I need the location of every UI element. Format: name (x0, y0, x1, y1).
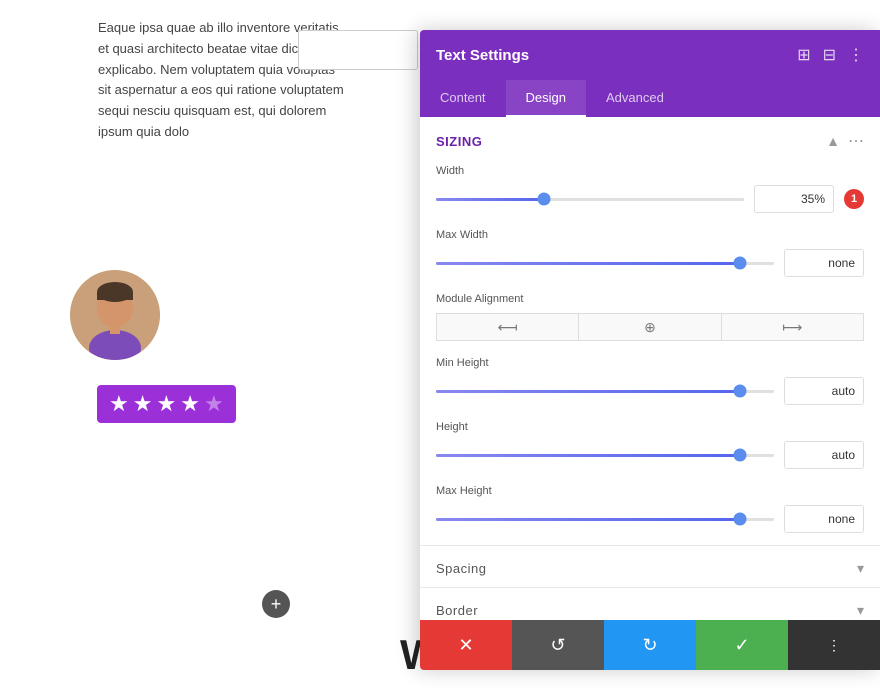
star-5: ★ (204, 391, 224, 417)
height-slider-track (436, 454, 774, 457)
undo-icon: ↺ (550, 635, 565, 656)
field-min-height: Min Height (420, 353, 880, 417)
avatar-image (70, 270, 160, 360)
align-center-button[interactable]: ⊕ (578, 313, 720, 341)
section-sizing: Sizing ▲ ⋯ Width 1 (420, 117, 880, 546)
width-slider-track (436, 198, 744, 201)
max-height-slider-wrap (436, 509, 774, 529)
save-button[interactable]: ✓ (696, 620, 788, 670)
panel-tabs: Content Design Advanced (420, 80, 880, 117)
min-height-controls (436, 377, 864, 405)
panel-icon-minimize[interactable]: ⊟ (823, 45, 836, 65)
avatar-circle (70, 270, 160, 360)
width-slider-thumb[interactable] (537, 193, 550, 206)
max-height-input[interactable] (784, 505, 864, 533)
more-options-button[interactable]: ⋮ (788, 620, 880, 670)
action-bar: ✕ ↺ ↻ ✓ ⋮ (420, 620, 880, 670)
max-width-slider-fill (436, 262, 740, 265)
section-spacing-header[interactable]: Spacing ▾ (420, 546, 880, 587)
tab-design[interactable]: Design (506, 80, 586, 117)
star-2: ★ (133, 391, 153, 417)
alignment-buttons: ⟻ ⊕ ⟼ (436, 313, 864, 341)
height-controls (436, 441, 864, 469)
redo-icon: ↻ (642, 635, 657, 656)
field-height: Height (420, 417, 880, 481)
save-icon: ✓ (734, 635, 749, 656)
sizing-dots-icon[interactable]: ⋯ (848, 131, 864, 151)
border-chevron-icon: ▾ (857, 602, 864, 619)
field-max-height: Max Height (420, 481, 880, 545)
align-center-icon: ⊕ (644, 319, 656, 336)
field-max-width: Max Width (420, 225, 880, 289)
width-badge: 1 (844, 189, 864, 209)
section-spacing: Spacing ▾ (420, 546, 880, 588)
section-spacing-title: Spacing (436, 561, 486, 576)
max-height-label: Max Height (436, 485, 864, 497)
width-label: Width (436, 165, 864, 177)
section-border-title: Border (436, 603, 478, 618)
max-width-input[interactable] (784, 249, 864, 277)
align-left-button[interactable]: ⟻ (436, 313, 578, 341)
width-slider-wrap (436, 189, 744, 209)
height-slider-fill (436, 454, 740, 457)
width-slider-fill (436, 198, 544, 201)
panel-header: Text Settings ⊞ ⊟ ⋮ (420, 30, 880, 80)
star-3: ★ (156, 391, 176, 417)
top-right-box (298, 30, 418, 70)
max-width-slider-thumb[interactable] (734, 257, 747, 270)
section-sizing-title: Sizing (436, 134, 482, 149)
align-left-icon: ⟻ (498, 319, 518, 336)
more-icon: ⋮ (827, 637, 841, 654)
field-width: Width 1 (420, 161, 880, 225)
spacing-chevron-icon: ▾ (857, 560, 864, 577)
max-height-slider-thumb[interactable] (734, 513, 747, 526)
module-alignment-label: Module Alignment (436, 293, 864, 305)
align-right-button[interactable]: ⟼ (721, 313, 864, 341)
undo-button[interactable]: ↺ (512, 620, 604, 670)
min-height-slider-fill (436, 390, 740, 393)
max-width-slider-track (436, 262, 774, 265)
section-sizing-header[interactable]: Sizing ▲ ⋯ (420, 117, 880, 161)
min-height-slider-track (436, 390, 774, 393)
star-rating: ★ ★ ★ ★ ★ (97, 385, 236, 423)
star-4: ★ (180, 391, 200, 417)
max-height-slider-track (436, 518, 774, 521)
max-height-slider-fill (436, 518, 740, 521)
star-1: ★ (109, 391, 129, 417)
height-label: Height (436, 421, 864, 433)
cancel-icon: ✕ (458, 635, 473, 656)
field-module-alignment: Module Alignment ⟻ ⊕ ⟼ (420, 289, 880, 353)
max-width-label: Max Width (436, 229, 864, 241)
height-slider-wrap (436, 445, 774, 465)
width-controls: 1 (436, 185, 864, 213)
avatar (70, 270, 160, 360)
max-height-controls (436, 505, 864, 533)
tab-content[interactable]: Content (420, 80, 506, 117)
sizing-chevron-up-icon: ▲ (826, 133, 840, 149)
min-height-label: Min Height (436, 357, 864, 369)
add-button[interactable]: + (262, 590, 290, 618)
width-input[interactable] (754, 185, 834, 213)
height-input[interactable] (784, 441, 864, 469)
panel-body: Sizing ▲ ⋯ Width 1 (420, 117, 880, 670)
panel-header-icons: ⊞ ⊟ ⋮ (797, 45, 864, 65)
min-height-slider-thumb[interactable] (734, 385, 747, 398)
redo-button[interactable]: ↻ (604, 620, 696, 670)
height-slider-thumb[interactable] (734, 449, 747, 462)
max-width-controls (436, 249, 864, 277)
min-height-slider-wrap (436, 381, 774, 401)
settings-panel: Text Settings ⊞ ⊟ ⋮ Content Design Advan… (420, 30, 880, 670)
section-sizing-controls: ▲ ⋯ (826, 131, 864, 151)
cancel-button[interactable]: ✕ (420, 620, 512, 670)
min-height-input[interactable] (784, 377, 864, 405)
panel-icon-more[interactable]: ⋮ (848, 45, 864, 65)
max-width-slider-wrap (436, 253, 774, 273)
panel-title: Text Settings (436, 47, 529, 64)
panel-icon-copy[interactable]: ⊞ (797, 45, 810, 65)
tab-advanced[interactable]: Advanced (586, 80, 684, 117)
align-right-icon: ⟼ (782, 319, 802, 336)
